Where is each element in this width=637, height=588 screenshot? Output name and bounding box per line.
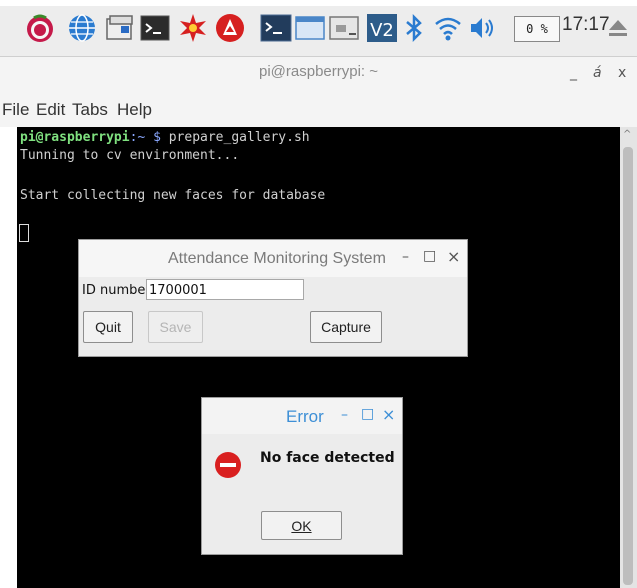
error-icon <box>214 451 242 479</box>
ok-button[interactable]: OK <box>261 511 342 540</box>
prompt-path: :~ <box>129 130 146 145</box>
maximize-button[interactable]: á <box>593 65 602 81</box>
minimize-button[interactable]: _ <box>570 65 577 81</box>
attendance-dialog-title: Attendance Monitoring System <box>168 250 386 267</box>
terminal-title: pi@raspberrypi: ~ <box>258 63 379 80</box>
wifi-icon[interactable] <box>432 12 464 44</box>
text-cursor <box>19 224 29 242</box>
svg-text:V2: V2 <box>370 20 394 41</box>
menu-edit[interactable]: Edit <box>36 100 65 120</box>
prompt-symbol: $ <box>153 130 161 145</box>
command-line: pi@raspberrypi:~ $ prepare_gallery.sh <box>20 130 310 145</box>
menu-tabs[interactable]: Tabs <box>72 100 108 120</box>
wolfram-icon[interactable] <box>214 12 246 44</box>
menu-file[interactable]: File <box>2 100 29 120</box>
attendance-dialog-titlebar[interactable]: Attendance Monitoring System – □ × <box>79 240 467 277</box>
error-dialog-titlebar[interactable]: Error – □ × <box>202 398 402 434</box>
menu-help[interactable]: Help <box>117 100 152 120</box>
raspberry-menu-icon[interactable] <box>24 12 56 44</box>
cpu-usage-indicator[interactable]: 0 % <box>514 16 560 42</box>
taskbar-top-strip <box>0 0 637 6</box>
clock[interactable]: 17:17 <box>562 14 610 36</box>
command-text: prepare_gallery.sh <box>168 130 310 145</box>
window-button-icon[interactable] <box>294 12 326 44</box>
maximize-button[interactable]: □ <box>423 248 436 264</box>
taskbar: V2 0 % 17:17 <box>0 0 637 57</box>
close-button[interactable]: × <box>447 247 460 266</box>
scrollbar-thumb[interactable] <box>623 147 633 585</box>
prompt-user: pi@raspberrypi <box>20 130 130 145</box>
error-dialog: Error – □ × No face detected OK <box>201 397 403 555</box>
minimize-button[interactable]: – <box>341 407 348 423</box>
id-number-input[interactable]: 1700001 <box>146 279 304 300</box>
minimize-button[interactable]: – <box>402 249 409 265</box>
file-manager-icon[interactable] <box>104 12 136 44</box>
attendance-dialog: Attendance Monitoring System – □ × ID nu… <box>78 239 468 357</box>
error-dialog-title: Error <box>286 407 324 426</box>
quit-button[interactable]: Quit <box>83 311 133 343</box>
save-button[interactable]: Save <box>148 311 203 343</box>
eject-icon[interactable] <box>608 18 628 38</box>
output-line: Tunning to cv environment... <box>20 148 240 163</box>
close-button[interactable]: × <box>382 405 395 424</box>
terminal-icon[interactable] <box>139 12 171 44</box>
id-number-label: ID number <box>82 283 151 298</box>
bluetooth-icon[interactable] <box>398 12 430 44</box>
terminal-titlebar[interactable]: pi@raspberrypi: ~ _ á x <box>0 57 637 91</box>
web-browser-icon[interactable] <box>66 12 98 44</box>
maximize-button[interactable]: □ <box>361 406 374 422</box>
error-message: No face detected <box>260 450 395 466</box>
terminal-scrollbar[interactable]: ^ <box>620 127 637 588</box>
scroll-up-icon[interactable]: ^ <box>623 129 631 140</box>
volume-icon[interactable] <box>466 12 498 44</box>
capture-button[interactable]: Capture <box>310 311 382 343</box>
output-line: Start collecting new faces for database <box>20 188 326 203</box>
close-button[interactable]: x <box>618 65 626 81</box>
window-button-2-icon[interactable] <box>328 12 360 44</box>
mathematica-icon[interactable] <box>177 12 209 44</box>
vnc-icon[interactable]: V2 <box>366 12 398 44</box>
menu-bar: File Edit Tabs Help <box>0 91 637 127</box>
terminal-window-icon[interactable] <box>260 12 292 44</box>
